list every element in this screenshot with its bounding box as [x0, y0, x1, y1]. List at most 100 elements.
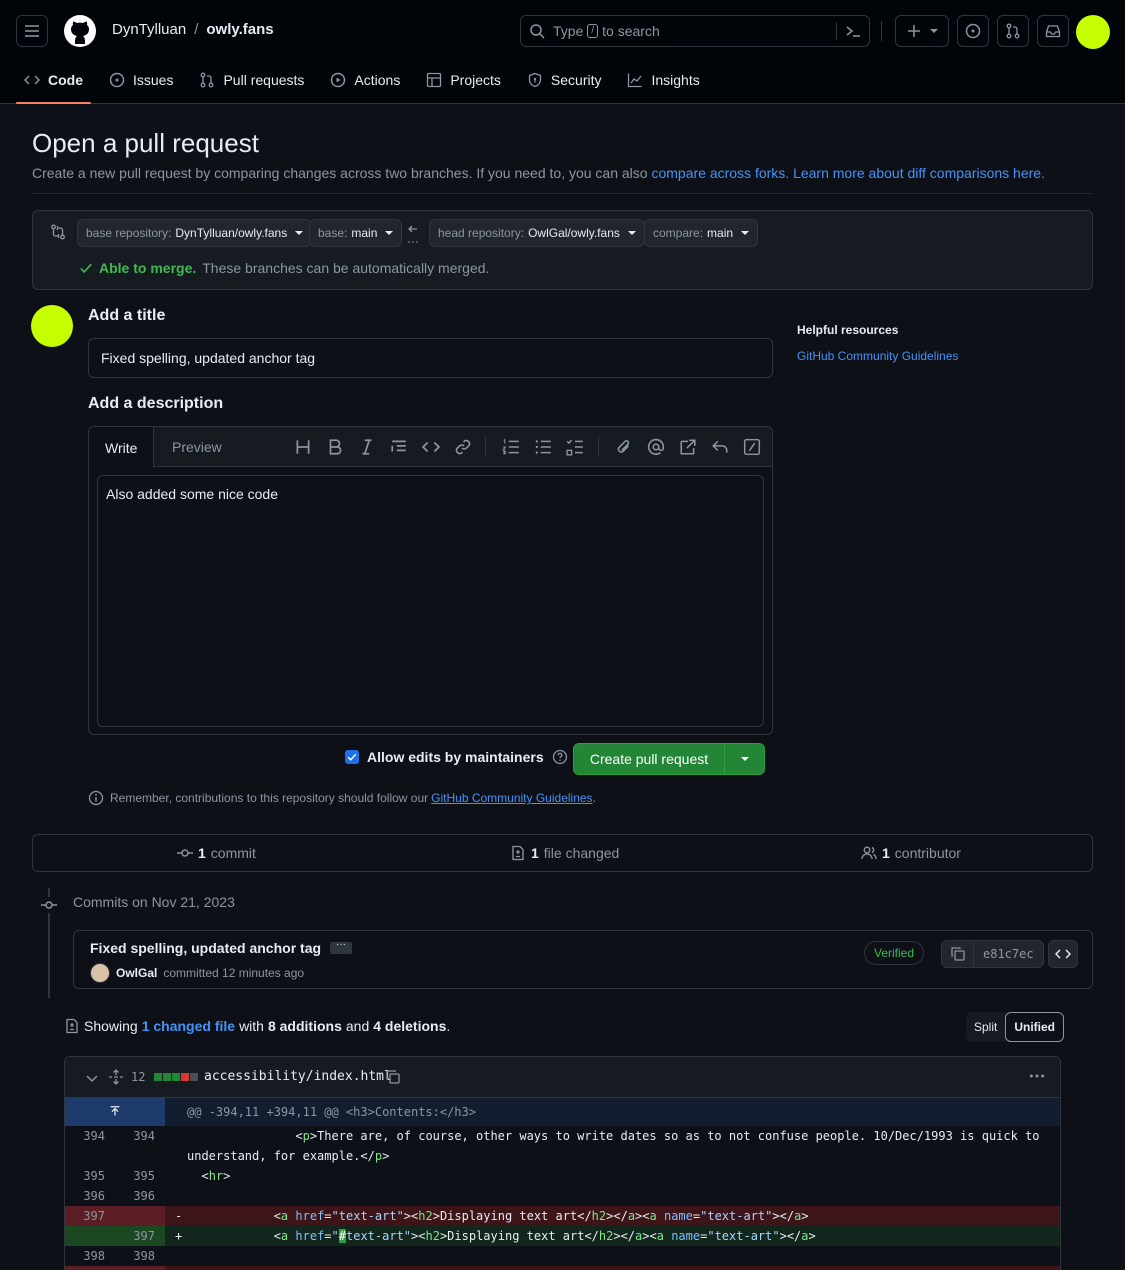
description-editor: Write Preview Also added some nice code — [88, 426, 773, 735]
files-stat[interactable]: 1 file changed — [510, 845, 619, 861]
mention-icon[interactable] — [647, 438, 665, 456]
tab-preview[interactable]: Preview — [156, 427, 238, 467]
sidebar-guidelines-link[interactable]: GitHub Community Guidelines — [797, 349, 958, 363]
helpful-resources-heading: Helpful resources — [797, 323, 899, 337]
tab-code[interactable]: Code — [16, 62, 91, 104]
compare-branch-select[interactable]: compare: main — [644, 219, 759, 247]
menu-button[interactable] — [16, 15, 48, 47]
pull-requests-button[interactable] — [997, 15, 1029, 47]
code-token: text-art — [346, 1229, 404, 1243]
tab-security[interactable]: Security — [519, 62, 610, 98]
create-new-button[interactable] — [895, 15, 949, 47]
author-avatar[interactable] — [90, 963, 110, 983]
learn-more-link[interactable]: Learn more about diff comparisons here. — [793, 165, 1045, 181]
chevron-down-icon — [295, 231, 304, 235]
help-icon[interactable] — [552, 749, 568, 765]
arrow-left-icon — [408, 225, 418, 243]
diffstat-delete — [181, 1073, 189, 1081]
task-list-icon[interactable] — [566, 438, 584, 456]
bold-icon[interactable] — [326, 438, 344, 456]
head-repository-select[interactable]: head repository: OwlGal/owly.fans — [429, 219, 645, 247]
diff-change-count: 12 — [131, 1070, 146, 1084]
compare-stats: 1 commit 1 file changed 1 contributor — [32, 834, 1093, 872]
github-logo-icon[interactable] — [64, 15, 96, 47]
italic-icon[interactable] — [358, 438, 376, 456]
copy-sha-button[interactable] — [942, 941, 974, 967]
create-pull-request-button[interactable]: Create pull request — [574, 744, 724, 774]
quote-icon[interactable] — [390, 438, 408, 456]
verified-badge[interactable]: Verified — [864, 941, 925, 965]
chevron-down-icon[interactable] — [84, 1070, 100, 1086]
diff-line-deleted: 397 - <a href="text-art"><h2>Displaying … — [65, 1206, 1060, 1226]
diff-line-deleted — [65, 1266, 1060, 1270]
issues-button[interactable] — [957, 15, 989, 47]
contributors-stat[interactable]: 1 contributor — [861, 845, 961, 861]
diff-summary: Showing 1 changed file with 8 additions … — [64, 1018, 450, 1034]
chevron-down-icon — [930, 29, 938, 33]
tab-issues[interactable]: Issues — [101, 62, 181, 98]
tab-write[interactable]: Write — [89, 427, 155, 468]
new-line-number[interactable]: 397 — [115, 1229, 165, 1243]
old-line-number[interactable]: 398 — [65, 1249, 115, 1263]
tab-pull-requests[interactable]: Pull requests — [191, 62, 312, 98]
command-palette-icon[interactable] — [845, 23, 861, 39]
base-repository-select[interactable]: base repository: DynTylluan/owly.fans — [77, 219, 313, 247]
user-avatar[interactable] — [1076, 15, 1110, 49]
reply-icon[interactable] — [711, 438, 729, 456]
code-icon — [1055, 949, 1071, 959]
search-input[interactable]: Type / to search — [520, 15, 870, 47]
base-branch-select[interactable]: base: main — [309, 219, 403, 247]
old-line-number[interactable]: 396 — [65, 1189, 115, 1203]
kebab-menu-icon[interactable] — [1028, 1067, 1046, 1085]
allow-edits[interactable]: Allow edits by maintainers — [345, 749, 568, 765]
repo-owner-link[interactable]: DynTylluan — [112, 21, 186, 38]
create-options-dropdown[interactable] — [724, 744, 764, 774]
inbox-button[interactable] — [1037, 15, 1069, 47]
link-icon[interactable] — [454, 438, 472, 456]
allow-edits-checkbox[interactable] — [345, 750, 359, 764]
expand-commit-button[interactable]: ··· — [330, 940, 352, 954]
ordered-list-icon[interactable] — [502, 438, 520, 456]
changed-files-link[interactable]: 1 changed file — [142, 1018, 235, 1034]
head-repo-value: OwlGal/owly.fans — [528, 226, 620, 240]
split-view-button[interactable]: Split — [966, 1012, 1005, 1042]
title-input[interactable] — [88, 338, 773, 378]
new-line-number[interactable]: 396 — [115, 1189, 165, 1203]
shield-icon — [528, 72, 542, 88]
tab-insights[interactable]: Insights — [619, 62, 707, 98]
old-line-number[interactable]: 395 — [65, 1169, 115, 1183]
paperclip-icon[interactable] — [615, 438, 633, 456]
unfold-icon[interactable] — [108, 1069, 124, 1085]
tab-projects[interactable]: Projects — [418, 62, 509, 98]
community-guidelines-link[interactable]: GitHub Community Guidelines — [431, 791, 592, 805]
diff-file-path[interactable]: accessibility/index.html — [204, 1069, 392, 1084]
code-icon[interactable] — [422, 438, 440, 456]
compare-forks-link[interactable]: compare across forks. — [651, 165, 789, 181]
expand-up-button[interactable] — [65, 1098, 165, 1126]
code-token: Displaying text art — [447, 1229, 585, 1243]
new-line-number[interactable]: 394 — [115, 1129, 165, 1143]
and-label: and — [345, 1018, 370, 1034]
unordered-list-icon[interactable] — [534, 438, 552, 456]
browse-repository-button[interactable] — [1048, 940, 1078, 968]
commits-label: commit — [210, 845, 256, 861]
commits-stat[interactable]: 1 commit — [177, 845, 256, 861]
heading-icon[interactable] — [294, 438, 312, 456]
old-line-number[interactable]: 394 — [65, 1129, 115, 1143]
new-line-number[interactable]: 398 — [115, 1249, 165, 1263]
description-textarea[interactable]: Also added some nice code — [97, 475, 764, 727]
copy-icon[interactable] — [385, 1069, 401, 1085]
cross-reference-icon[interactable] — [679, 438, 697, 456]
slash-command-icon[interactable] — [743, 438, 761, 456]
commit-sha-link[interactable]: e81c7ec — [974, 941, 1043, 967]
new-line-number[interactable]: 395 — [115, 1169, 165, 1183]
tab-actions[interactable]: Actions — [322, 62, 408, 98]
commit-author-link[interactable]: OwlGal — [116, 966, 157, 980]
unified-view-button[interactable]: Unified — [1005, 1012, 1065, 1042]
code-token: text-art — [714, 1229, 773, 1243]
diff-line: 395 395 <hr> — [65, 1166, 1060, 1186]
old-line-number[interactable]: 397 — [65, 1209, 115, 1223]
commit-title-link[interactable]: Fixed spelling, updated anchor tag — [90, 940, 321, 956]
file-diff: 12 accessibility/index.html @@ -394,11 +… — [64, 1056, 1061, 1270]
repo-name-link[interactable]: owly.fans — [206, 21, 273, 38]
